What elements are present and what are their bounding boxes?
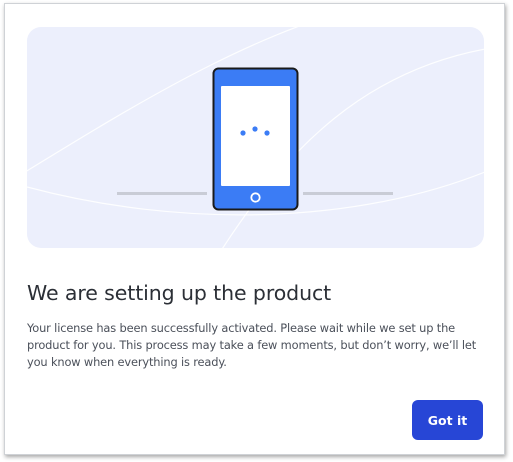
dialog-title: We are setting up the product — [27, 281, 332, 305]
phone-illustration — [27, 27, 484, 248]
loading-dot — [240, 130, 246, 136]
right-line — [303, 192, 393, 195]
loading-dot — [252, 126, 258, 132]
loading-dot — [264, 130, 270, 136]
left-line — [117, 192, 207, 195]
setup-illustration — [27, 27, 484, 248]
dialog-description: Your license has been successfully activ… — [27, 321, 477, 369]
setup-dialog: We are setting up the product Your licen… — [4, 3, 505, 455]
phone-screen — [221, 86, 290, 186]
got-it-button[interactable]: Got it — [412, 400, 483, 440]
